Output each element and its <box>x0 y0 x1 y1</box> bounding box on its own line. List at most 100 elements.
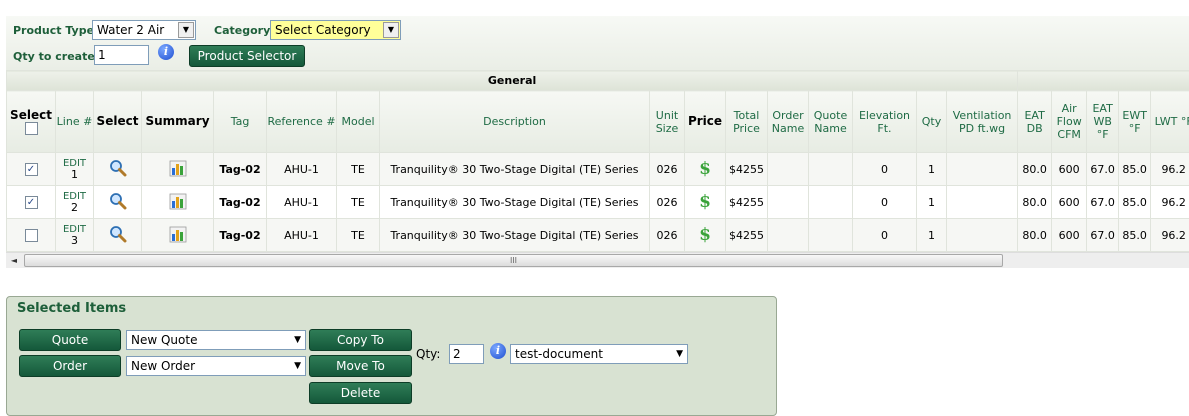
tag-header[interactable]: Tag <box>214 91 267 153</box>
order-name-header[interactable]: Order Name <box>768 91 809 153</box>
air-flow-header[interactable]: Air Flow CFM <box>1052 91 1087 153</box>
magnifier-icon[interactable] <box>109 192 127 210</box>
description-cell: Tranquility® 30 Two-Stage Digital (TE) S… <box>380 153 650 186</box>
edit-link[interactable]: EDIT <box>56 191 93 202</box>
edit-link[interactable]: EDIT <box>56 224 93 235</box>
delete-button[interactable]: Delete <box>309 382 412 404</box>
qty-input[interactable]: 2 <box>449 344 484 364</box>
eat-wb-cell: 67.0 <box>1087 186 1119 219</box>
description-header[interactable]: Description <box>380 91 650 153</box>
eat-db-cell: 80.0 <box>1018 186 1052 219</box>
tag-cell: Tag-02 <box>214 219 267 252</box>
eat-wb-cell: 67.0 <box>1087 219 1119 252</box>
category-value: Select Category <box>275 23 371 37</box>
order-button[interactable]: Order <box>19 355 121 377</box>
qty-label: Qty: <box>416 347 440 361</box>
ewt-cell: 85.0 <box>1119 219 1151 252</box>
unit-size-cell: 026 <box>650 153 685 186</box>
select-header: Select <box>94 91 142 153</box>
elevation-cell: 0 <box>853 219 917 252</box>
row-checkbox[interactable]: ✓ <box>25 196 38 209</box>
order-name-cell <box>768 219 809 252</box>
ventilation-header[interactable]: Ventilation PD ft.wg <box>947 91 1018 153</box>
select-all-header[interactable]: Select <box>7 91 56 153</box>
products-grid: General Select Line # Select Summary Tag… <box>6 70 1189 252</box>
qty-header[interactable]: Qty <box>917 91 947 153</box>
qty-to-create-input[interactable]: 1 <box>94 45 149 65</box>
chevron-down-icon[interactable]: ▼ <box>676 345 683 363</box>
scroll-left-icon[interactable]: ◄ <box>8 254 20 267</box>
magnifier-icon[interactable] <box>109 159 127 177</box>
reference-header[interactable]: Reference # <box>267 91 337 153</box>
document-select[interactable]: test-document ▼ <box>510 344 688 364</box>
category-select[interactable]: Select Category ▼ <box>270 20 401 40</box>
product-type-value: Water 2 Air <box>97 23 164 37</box>
row-checkbox[interactable] <box>25 229 38 242</box>
description-cell: Tranquility® 30 Two-Stage Digital (TE) S… <box>380 186 650 219</box>
chevron-down-icon[interactable]: ▼ <box>294 331 301 349</box>
product-type-select[interactable]: Water 2 Air ▼ <box>92 20 196 40</box>
products-table: General Select Line # Select Summary Tag… <box>6 70 1189 252</box>
line-number: 3 <box>56 235 93 247</box>
model-cell: TE <box>337 186 380 219</box>
unit-size-cell: 026 <box>650 186 685 219</box>
order-select[interactable]: New Order ▼ <box>126 356 306 376</box>
lwt-header[interactable]: LWT °F <box>1151 91 1189 153</box>
summary-chart-icon[interactable] <box>169 192 187 210</box>
reference-cell: AHU-1 <box>267 153 337 186</box>
line-number: 1 <box>56 169 93 181</box>
line-number: 2 <box>56 202 93 214</box>
ewt-cell: 85.0 <box>1119 186 1151 219</box>
lwt-cell: 96.2 <box>1151 153 1189 186</box>
dollar-icon[interactable]: $ <box>699 159 711 179</box>
eat-wb-header[interactable]: EAT WB °F <box>1087 91 1119 153</box>
summary-chart-icon[interactable] <box>169 225 187 243</box>
air-flow-cell: 600 <box>1052 219 1087 252</box>
row-checkbox[interactable]: ✓ <box>25 163 38 176</box>
eat-wb-cell: 67.0 <box>1087 153 1119 186</box>
selected-items-title: Selected Items <box>17 301 126 316</box>
magnifier-icon[interactable] <box>109 225 127 243</box>
total-price-header[interactable]: Total Price <box>726 91 768 153</box>
dollar-icon[interactable]: $ <box>699 225 711 245</box>
category-label: Category <box>214 24 270 37</box>
scrollbar-thumb[interactable]: III <box>24 254 1003 267</box>
horizontal-scrollbar[interactable]: ◄ III <box>6 252 1189 268</box>
unit-size-header[interactable]: Unit Size <box>650 91 685 153</box>
elevation-header[interactable]: Elevation Ft. <box>853 91 917 153</box>
edit-link[interactable]: EDIT <box>56 158 93 169</box>
model-cell: TE <box>337 219 380 252</box>
copy-to-button[interactable]: Copy To <box>309 329 412 351</box>
price-header: Price <box>685 91 726 153</box>
quote-name-header[interactable]: Quote Name <box>809 91 853 153</box>
line-header[interactable]: Line # <box>56 91 94 153</box>
eat-db-cell: 80.0 <box>1018 153 1052 186</box>
info-icon[interactable]: i <box>158 44 174 60</box>
quote-button[interactable]: Quote <box>19 329 121 351</box>
quote-name-cell <box>809 186 853 219</box>
air-flow-cell: 600 <box>1052 153 1087 186</box>
summary-chart-icon[interactable] <box>169 159 187 177</box>
lwt-cell: 96.2 <box>1151 186 1189 219</box>
product-type-label: Product Type <box>13 24 94 37</box>
eat-db-header[interactable]: EAT DB <box>1018 91 1052 153</box>
chevron-down-icon[interactable]: ▼ <box>178 22 194 38</box>
move-to-button[interactable]: Move To <box>309 355 412 377</box>
dollar-icon[interactable]: $ <box>699 192 711 212</box>
info-icon[interactable]: i <box>490 343 506 359</box>
product-selector-button[interactable]: Product Selector <box>189 45 305 67</box>
group-header-general: General <box>7 71 1018 91</box>
model-header[interactable]: Model <box>337 91 380 153</box>
table-row: EDIT3 Tag-02 AHU-1 TE Tranquility® 30 Tw… <box>7 219 1189 252</box>
quote-select[interactable]: New Quote ▼ <box>126 330 306 350</box>
qty-cell: 1 <box>917 219 947 252</box>
lwt-cell: 96.2 <box>1151 219 1189 252</box>
ventilation-cell <box>947 186 1018 219</box>
eat-db-cell: 80.0 <box>1018 219 1052 252</box>
model-cell: TE <box>337 153 380 186</box>
quote-select-value: New Quote <box>131 333 197 347</box>
select-all-checkbox[interactable] <box>25 122 38 135</box>
chevron-down-icon[interactable]: ▼ <box>383 22 399 38</box>
ewt-header[interactable]: EWT °F <box>1119 91 1151 153</box>
chevron-down-icon[interactable]: ▼ <box>294 357 301 375</box>
